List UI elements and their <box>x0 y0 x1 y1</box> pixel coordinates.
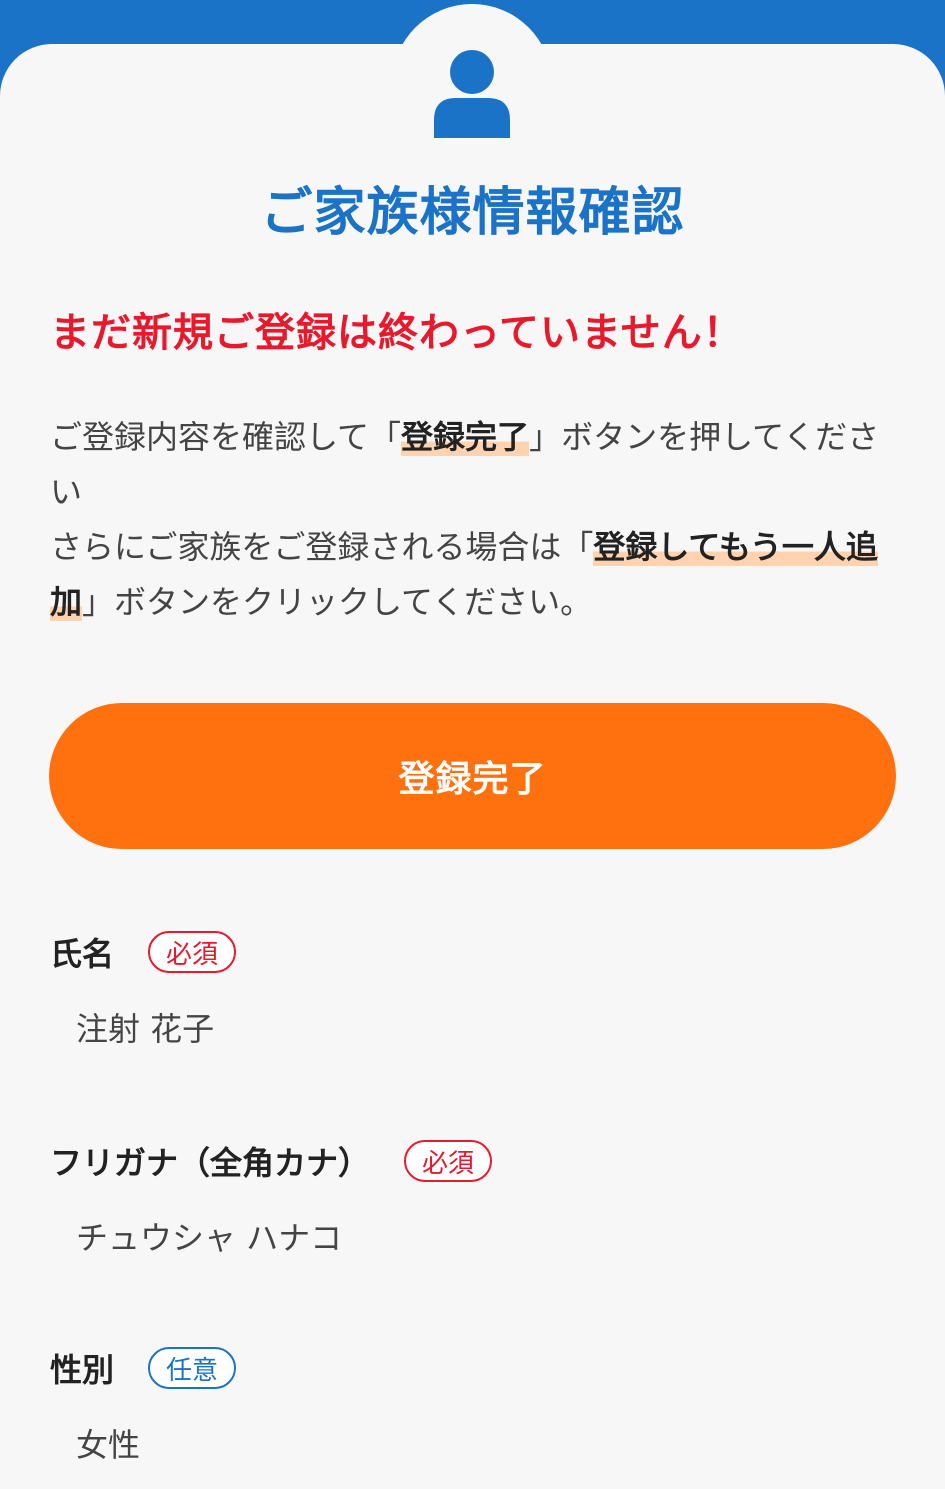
field-furigana: フリガナ（全角カナ） 必須 チュウシャ ハナコ <box>50 1135 910 1259</box>
instruction-text: さらにご家族をご登録される場合は「 <box>50 528 594 566</box>
field-label-row: フリガナ（全角カナ） 必須 <box>50 1135 910 1187</box>
field-label: フリガナ（全角カナ） <box>50 1144 371 1182</box>
instruction-text: 」ボタンをクリックしてください。 <box>82 583 593 621</box>
field-name: 氏名 必須 注射 花子 <box>50 926 910 1050</box>
optional-badge: 任意 <box>148 1347 237 1389</box>
registration-warning: まだ新規ご登録は終わっていません！ <box>50 310 744 356</box>
instruction-line-1: ご登録内容を確認して「登録完了」ボタンを押してください <box>50 410 880 520</box>
instruction-line-2: さらにご家族をご登録される場合は「登録してもう一人追加」ボタンをクリックしてくだ… <box>50 520 880 630</box>
field-value-gender: 女性 <box>76 1426 141 1464</box>
field-value-name: 注射 花子 <box>76 1010 215 1048</box>
required-badge: 必須 <box>148 931 237 973</box>
field-label: 性別 <box>50 1351 115 1389</box>
complete-registration-button[interactable]: 登録完了 <box>49 703 896 849</box>
required-badge: 必須 <box>404 1140 493 1182</box>
field-label-row: 氏名 必須 <box>50 926 910 978</box>
field-label: 氏名 <box>50 935 115 973</box>
user-icon <box>434 50 510 138</box>
field-value-furigana: チュウシャ ハナコ <box>76 1219 343 1257</box>
field-gender: 性別 任意 女性 <box>50 1342 910 1466</box>
page-title: ご家族様情報確認 <box>260 183 685 243</box>
family-confirm-page: ご家族様情報確認 まだ新規ご登録は終わっていません！ ご登録内容を確認して「登録… <box>0 0 945 1489</box>
field-label-row: 性別 任意 <box>50 1342 910 1394</box>
highlight-complete: 登録完了 <box>401 418 530 456</box>
instruction-text: ご登録内容を確認して「 <box>50 418 402 456</box>
instructions: ご登録内容を確認して「登録完了」ボタンを押してください さらにご家族をご登録され… <box>50 410 880 630</box>
